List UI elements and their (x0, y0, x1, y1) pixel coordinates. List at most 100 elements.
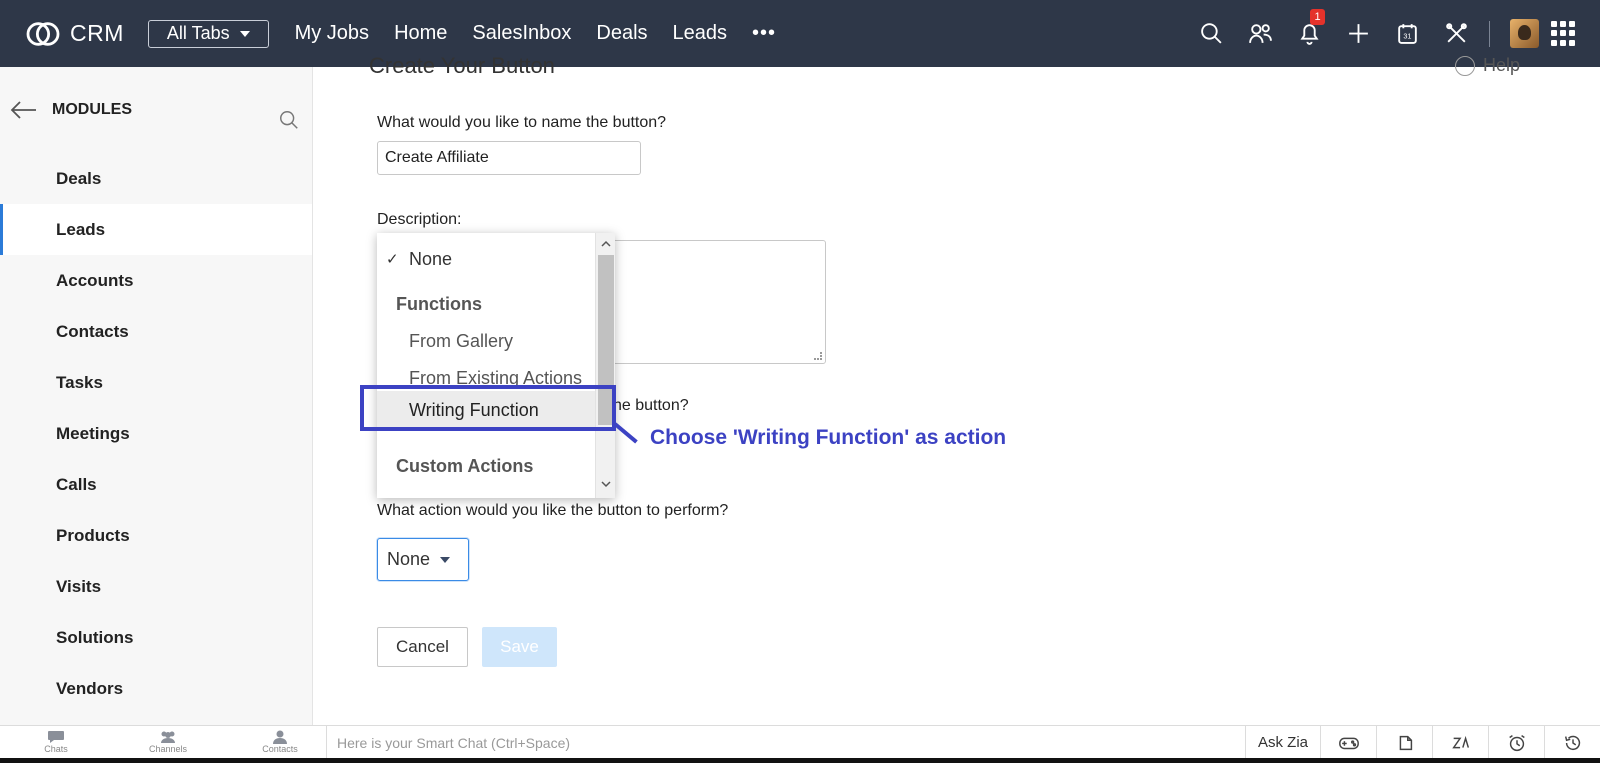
more-tabs-button[interactable]: ••• (752, 22, 776, 45)
sidebar-item-label: Calls (56, 474, 97, 494)
create-button[interactable] (1334, 0, 1383, 67)
calendar-icon: 31 (1398, 24, 1417, 44)
check-icon: ✓ (386, 251, 399, 268)
gamescope-button[interactable] (1320, 726, 1376, 759)
option-label: From Gallery (409, 330, 514, 351)
crm-logo[interactable]: CRM (24, 19, 124, 49)
dropdown-scrollbar[interactable] (595, 233, 615, 498)
action-select-value: None (387, 549, 431, 569)
app-grid-button[interactable] (1551, 21, 1576, 46)
sidebar-item-accounts[interactable]: Accounts (0, 255, 312, 306)
sidebar-item-calls[interactable]: Calls (0, 459, 312, 510)
action-dropdown-list: ✓ None Functions From Gallery From Exist… (377, 233, 595, 498)
calendar-button[interactable]: 31 (1383, 0, 1432, 67)
scroll-down-icon[interactable] (601, 479, 611, 489)
group-functions: Functions (377, 286, 595, 322)
bottom-bar-tools: Ask Zia (1244, 726, 1600, 759)
avatar[interactable] (1510, 19, 1539, 48)
svg-text:31: 31 (1403, 32, 1411, 41)
grid-dot (1569, 30, 1575, 37)
save-button[interactable]: Save (482, 627, 557, 667)
smart-chat-input[interactable]: Here is your Smart Chat (Ctrl+Space) (326, 726, 1232, 759)
resize-handle-icon[interactable] (814, 352, 822, 360)
grid-dot (1551, 39, 1557, 46)
sidebar-item-label: Products (56, 525, 130, 545)
modules-sidebar: MODULES Deals Leads Accounts Contacts Ta… (0, 67, 313, 725)
grid-dot (1569, 39, 1575, 46)
notes-button[interactable] (1376, 726, 1432, 759)
sidebar-item-vendors[interactable]: Vendors (0, 663, 312, 714)
history-icon (1564, 735, 1580, 750)
recent-items-button[interactable] (1544, 726, 1600, 759)
crm-logo-icon (26, 21, 60, 46)
group-label: Functions (396, 293, 482, 314)
sidebar-item-label: Accounts (56, 270, 134, 290)
notifications-button[interactable]: 1 (1285, 0, 1334, 67)
sidebar-item-products[interactable]: Products (0, 510, 312, 561)
annotation-pointer (613, 422, 638, 444)
back-arrow-icon[interactable] (10, 100, 38, 120)
top-navigation-bar: CRM All Tabs My Jobs Home SalesInbox Dea… (0, 0, 1600, 67)
chevron-down-icon (440, 556, 451, 563)
nav-leads[interactable]: Leads (673, 22, 728, 45)
nav-deals[interactable]: Deals (596, 22, 647, 45)
annotation-text: Choose 'Writing Function' as action (650, 426, 1007, 449)
sidebar-item-leads[interactable]: Leads (0, 204, 312, 255)
sidebar-item-label: Tasks (56, 372, 103, 392)
note-icon (1399, 735, 1412, 750)
ask-zia-button[interactable]: Ask Zia (1244, 726, 1320, 759)
option-none[interactable]: ✓ None (377, 241, 595, 277)
cancel-button[interactable]: Cancel (377, 627, 468, 667)
sidebar-title: MODULES (52, 101, 132, 118)
zia-button[interactable] (1432, 726, 1488, 759)
topbar-actions: 1 31 (1187, 0, 1600, 67)
screen-bottom-edge (0, 758, 1600, 763)
smart-chat-placeholder: Here is your Smart Chat (Ctrl+Space) (337, 734, 571, 751)
reminders-button[interactable] (1488, 726, 1544, 759)
button-placement-label: he button? (613, 397, 689, 414)
contacts-feed-button[interactable] (1236, 0, 1285, 67)
scroll-up-icon[interactable] (601, 239, 611, 249)
action-select[interactable]: None (377, 538, 469, 581)
sidebar-item-label: Vendors (56, 678, 124, 698)
all-tabs-dropdown[interactable]: All Tabs (147, 19, 269, 48)
alarm-clock-icon (1508, 734, 1525, 751)
nav-my-jobs[interactable]: My Jobs (295, 22, 369, 45)
sidebar-item-contacts[interactable]: Contacts (0, 306, 312, 357)
tools-icon (1446, 23, 1467, 43)
sidebar-item-meetings[interactable]: Meetings (0, 408, 312, 459)
action-dropdown-menu: ✓ None Functions From Gallery From Exist… (377, 233, 615, 498)
sidebar-item-label: Meetings (56, 423, 130, 443)
help-icon (1454, 55, 1475, 76)
sidebar-item-label: Visits (56, 576, 102, 596)
help-link[interactable]: Help (1454, 55, 1520, 76)
grid-dot (1560, 30, 1566, 37)
sidebar-item-label: Leads (56, 219, 106, 239)
search-button[interactable] (1187, 0, 1236, 67)
nav-home[interactable]: Home (394, 22, 447, 45)
channels-button[interactable]: Channels (112, 726, 224, 759)
grid-dot (1569, 21, 1575, 27)
chats-button[interactable]: Chats (0, 726, 112, 759)
sidebar-item-solutions[interactable]: Solutions (0, 612, 312, 663)
plus-icon (1349, 24, 1368, 43)
option-from-gallery[interactable]: From Gallery (377, 323, 595, 359)
grid-dot (1551, 21, 1557, 27)
nav-salesinbox[interactable]: SalesInbox (472, 22, 571, 45)
sidebar-header: MODULES (0, 67, 312, 153)
button-name-label: What would you like to name the button? (377, 114, 667, 131)
search-icon[interactable] (278, 109, 300, 131)
grid-dot (1560, 39, 1566, 46)
sidebar-item-deals[interactable]: Deals (0, 153, 312, 204)
search-icon (1201, 23, 1222, 44)
help-label: Help (1482, 55, 1520, 75)
page-title: Create Your Button (369, 53, 555, 78)
contacts-button[interactable]: Contacts (224, 726, 336, 759)
option-label: None (409, 248, 453, 269)
sidebar-item-visits[interactable]: Visits (0, 561, 312, 612)
button-name-input[interactable] (377, 141, 641, 175)
sidebar-item-tasks[interactable]: Tasks (0, 357, 312, 408)
notification-badge: 1 (1310, 9, 1325, 25)
group-custom-actions: Custom Actions (377, 448, 595, 484)
annotation-highlight-box (360, 385, 616, 431)
